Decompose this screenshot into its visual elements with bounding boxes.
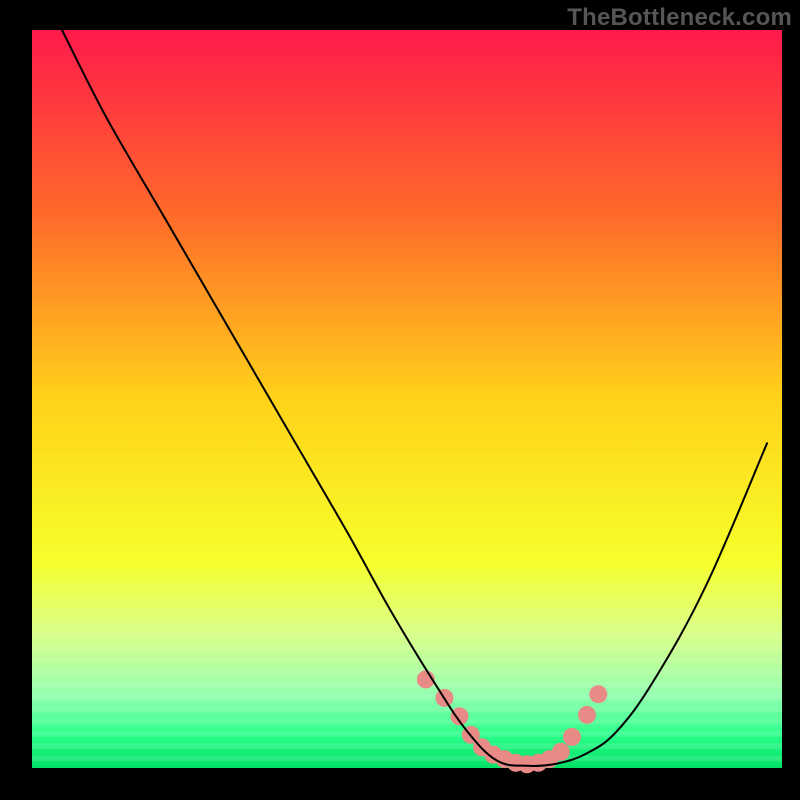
background-stripe	[32, 559, 782, 565]
background-stripe	[32, 584, 782, 590]
background-stripe	[32, 731, 782, 737]
watermark-text: TheBottleneck.com	[567, 4, 792, 32]
background-stripe	[32, 707, 782, 713]
highlight-dot	[589, 685, 607, 703]
background-stripe	[32, 547, 782, 553]
background-stripe	[32, 645, 782, 651]
background-stripe	[32, 682, 782, 688]
highlight-dot	[552, 743, 570, 761]
background-stripe	[32, 756, 782, 762]
background-stripe	[32, 743, 782, 749]
highlight-dot	[563, 728, 581, 746]
bottleneck-chart	[0, 0, 800, 800]
background-stripe	[32, 719, 782, 725]
background-stripe	[32, 694, 782, 700]
highlight-dot	[578, 706, 596, 724]
background-stripe	[32, 670, 782, 676]
background-stripe	[32, 571, 782, 577]
background-stripe	[32, 596, 782, 602]
background-stripe	[32, 608, 782, 614]
background-stripe	[32, 620, 782, 626]
chart-frame: TheBottleneck.com	[0, 0, 800, 800]
background-stripe	[32, 657, 782, 663]
